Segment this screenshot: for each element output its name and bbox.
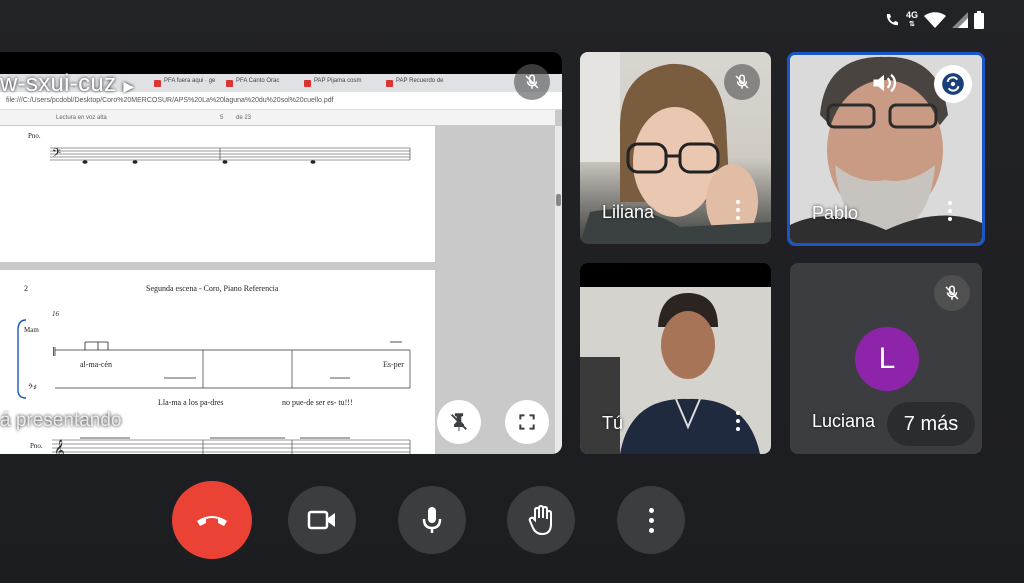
signal-icon bbox=[952, 12, 968, 28]
participant-name: Tú bbox=[602, 413, 624, 433]
participant-options-icon[interactable] bbox=[733, 411, 743, 431]
svg-text:𝄢: 𝄢 bbox=[52, 147, 61, 163]
hand-icon bbox=[528, 504, 552, 536]
score-staff-top: 𝄢 bbox=[50, 147, 411, 164]
svg-text:𝄢♯: 𝄢♯ bbox=[28, 383, 37, 392]
avatar: L bbox=[855, 327, 919, 391]
wifi-calling-icon bbox=[886, 14, 898, 26]
raise-hand-button[interactable] bbox=[507, 486, 575, 554]
phone-hangup-icon bbox=[197, 516, 227, 526]
participant-name: Luciana bbox=[812, 411, 876, 431]
pdf-scroll-thumb[interactable] bbox=[556, 194, 561, 206]
pdf-page-current: 5 bbox=[220, 115, 224, 121]
fullscreen-button[interactable] bbox=[505, 400, 549, 444]
participant-name: Liliana bbox=[602, 202, 655, 222]
participant-tile-liliana[interactable]: Liliana bbox=[580, 52, 771, 244]
participant-options-icon[interactable] bbox=[945, 201, 955, 221]
browser-tab: PFA fuera aqui · ge bbox=[150, 78, 215, 92]
meeting-code: w-sxui-cuz bbox=[0, 70, 117, 97]
score-page-top: Pno. 𝄢 bbox=[0, 126, 435, 262]
end-call-button[interactable] bbox=[172, 481, 252, 559]
camera-button[interactable] bbox=[288, 486, 356, 554]
svg-text:𝄞: 𝄞 bbox=[54, 440, 65, 454]
presenter-mic-off-icon bbox=[514, 64, 550, 100]
pdf-scrollbar[interactable] bbox=[555, 126, 562, 454]
wifi-icon bbox=[924, 12, 946, 28]
pdf-page-total: de 23 bbox=[236, 115, 252, 121]
pdf-toolbar: Lectura en voz alta 5 de 23 bbox=[0, 110, 555, 126]
browser-tab: PAP Recuerdo de bbox=[382, 78, 443, 92]
participant-tile-self[interactable]: Tú bbox=[580, 263, 771, 454]
video-camera-icon bbox=[307, 510, 335, 530]
presenting-label: á presentando bbox=[0, 410, 122, 431]
battery-icon bbox=[974, 11, 984, 29]
play-arrow-icon: ▶ bbox=[123, 78, 135, 94]
browser-tab: PAP Pijama cosm bbox=[300, 78, 361, 92]
browser-url: file:///C:/Users/pcdobl/Desktop/Coro%20M… bbox=[6, 97, 334, 104]
network-label: 4G bbox=[905, 10, 918, 20]
status-bar: 4G ⇅ bbox=[884, 8, 984, 32]
more-vert-icon bbox=[646, 507, 656, 533]
participant-tile-pablo[interactable]: Pablo bbox=[787, 52, 985, 246]
luciana-mic-off-icon bbox=[934, 275, 970, 311]
participant-name: Pablo bbox=[812, 203, 859, 223]
shared-screen: PFA fuera aqui · ge PFA Canto Orac PAP P… bbox=[0, 74, 562, 454]
liliana-mic-off-icon bbox=[724, 64, 760, 100]
more-participants-button[interactable]: 7 más bbox=[887, 402, 975, 446]
microphone-button[interactable] bbox=[398, 486, 466, 554]
browser-tab: PFA Canto Orac bbox=[222, 78, 279, 92]
switch-camera-button[interactable] bbox=[934, 65, 972, 103]
meet-screen: 4G ⇅ PFA fuera aqui · ge PFA Canto Orac … bbox=[0, 0, 1024, 583]
meeting-code-label: w-sxui-cuz ▶ bbox=[0, 70, 134, 98]
pdf-read-aloud: Lectura en voz alta bbox=[56, 115, 107, 121]
4g-icon: 4G ⇅ bbox=[905, 10, 918, 29]
fullscreen-icon bbox=[519, 414, 535, 430]
svg-text:‖: ‖ bbox=[52, 347, 57, 357]
unpin-icon bbox=[451, 413, 467, 432]
microphone-icon bbox=[422, 507, 442, 533]
participant-options-icon[interactable] bbox=[733, 200, 743, 220]
speaker-volume-icon bbox=[873, 73, 896, 93]
switch-camera-icon bbox=[942, 73, 964, 95]
more-options-button[interactable] bbox=[617, 486, 685, 554]
unpin-button[interactable] bbox=[437, 400, 481, 444]
presentation-tile[interactable]: PFA fuera aqui · ge PFA Canto Orac PAP P… bbox=[0, 52, 562, 454]
